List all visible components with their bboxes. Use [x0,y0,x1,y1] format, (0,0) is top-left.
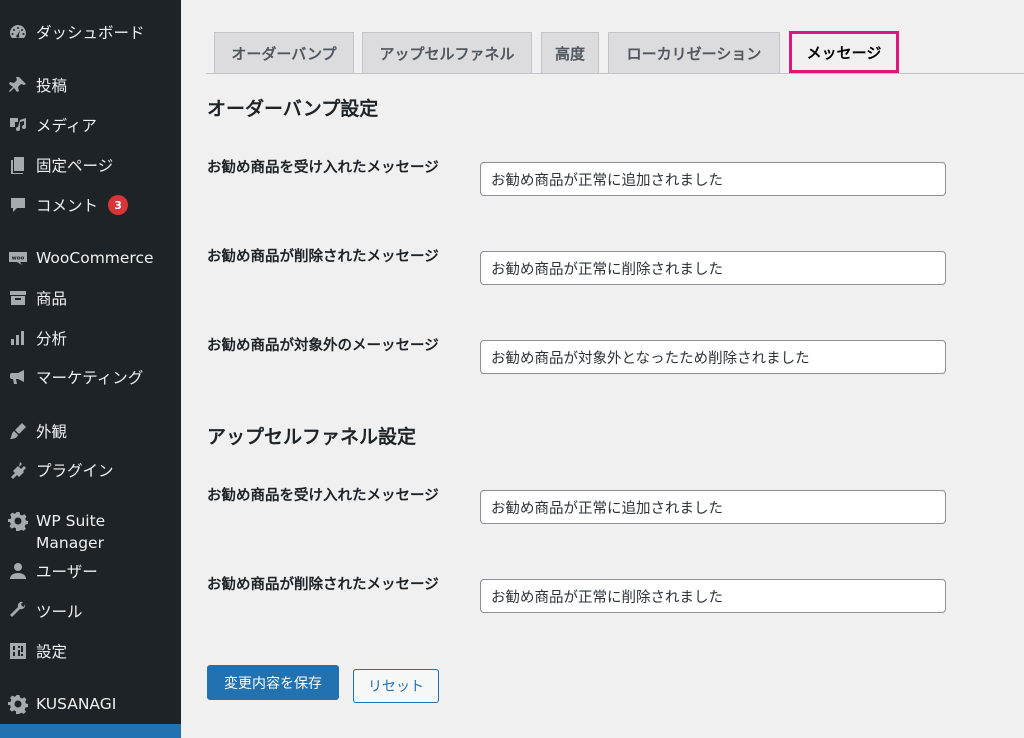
sidebar-item-label: メディア [36,117,97,135]
gear-icon [0,684,36,724]
tab-localization[interactable]: ローカリゼーション [608,32,780,74]
sidebar-item-wp-suite-manager[interactable]: WP Suite Manager [0,500,181,552]
comment-count-badge: 3 [108,195,129,215]
sidebar-item-label: 商品 [36,290,68,308]
order-bump-ineligible-message-input[interactable] [480,340,946,374]
sidebar-item-label: 設定 [36,643,68,661]
upsell-accepted-message-input[interactable] [480,490,946,524]
sidebar-item-label: プラグイン [36,462,114,480]
settings-tab-bar: オーダーバンプ アップセルファネル 高度 ローカリゼーション メッセージ [206,31,1024,74]
dashboard-icon [0,12,36,52]
sidebar-item-pages[interactable]: 固定ページ [0,145,181,185]
sidebar-item-posts[interactable]: 投稿 [0,65,181,105]
sidebar-item-label: KUSANAGI [36,695,117,713]
sidebar-item-label: コメント [36,197,99,215]
sidebar-item-media[interactable]: メディア [0,105,181,145]
upsell-removed-message-input[interactable] [480,579,946,613]
sidebar-item-label: ツール [36,603,83,621]
tab-label: アップセルファネル [379,44,515,63]
tab-label: オーダーバンプ [231,44,337,63]
sidebar-item-marketing[interactable]: マーケティング [0,357,181,397]
user-icon [0,551,36,591]
plugin-icon [0,450,36,490]
field-label: お勧め商品が削除されたメッセージ [207,577,439,593]
archive-icon [0,278,36,318]
sidebar-item-label: ダッシュボード [36,24,145,42]
tab-messages[interactable]: メッセージ [789,31,899,73]
section-title-upsell: アップセルファネル設定 [207,426,417,448]
tab-order-bump[interactable]: オーダーバンプ [214,32,354,74]
tab-upsell-funnel[interactable]: アップセルファネル [362,32,532,74]
svg-text:woo: woo [12,256,25,262]
admin-sidebar: ダッシュボード 投稿 メディア 固定ページ コメント 3 woo WooComm… [0,0,181,738]
sidebar-item-woocommerce[interactable]: woo WooCommerce [0,238,181,278]
order-bump-accepted-message-input[interactable] [480,162,946,196]
tab-advanced[interactable]: 高度 [541,32,599,74]
field-label: お勧め商品を受け入れたメッセージ [207,488,439,504]
woo-icon: woo [0,238,36,278]
order-bump-removed-message-input[interactable] [480,251,946,285]
sidebar-item-dashboard[interactable]: ダッシュボード [0,12,181,52]
sidebar-item-label: 分析 [36,330,68,348]
field-label: お勧め商品を受け入れたメッセージ [207,160,439,176]
wrench-icon [0,591,36,631]
pin-icon [0,65,36,105]
tab-label: メッセージ [806,43,882,62]
gear-icon [0,511,36,531]
sidebar-item-tools[interactable]: ツール [0,591,181,631]
sidebar-item-users[interactable]: ユーザー [0,551,181,591]
chart-bar-icon [0,318,36,358]
page-icon [0,145,36,185]
sidebar-item-current[interactable] [0,724,181,738]
sidebar-item-label: 固定ページ [36,157,114,175]
sidebar-item-settings[interactable]: 設定 [0,631,181,671]
field-label: お勧め商品が削除されたメッセージ [207,249,439,265]
brush-icon [0,411,36,451]
save-button[interactable]: 変更内容を保存 [207,665,339,700]
tab-label: 高度 [554,44,585,63]
sidebar-item-label: WooCommerce [36,249,154,267]
section-title-order-bump: オーダーバンプ設定 [207,98,379,120]
settings-icon [0,631,36,671]
sidebar-item-analytics[interactable]: 分析 [0,318,181,358]
sidebar-item-plugins[interactable]: プラグイン [0,450,181,490]
sidebar-item-label: 外観 [36,423,68,441]
comment-icon [0,185,36,225]
sidebar-item-label: ユーザー [36,563,98,581]
reset-button[interactable]: リセット [353,669,439,703]
sidebar-item-kusanagi[interactable]: KUSANAGI [0,684,181,724]
sidebar-item-label: 投稿 [36,77,68,95]
field-label: お勧め商品が対象外のメーッセージ [207,338,439,354]
sidebar-item-appearance[interactable]: 外観 [0,411,181,451]
sidebar-item-products[interactable]: 商品 [0,278,181,318]
megaphone-icon [0,357,36,397]
media-icon [0,105,36,145]
sidebar-item-label: WP Suite Manager [36,512,106,552]
sidebar-item-label: マーケティング [36,369,144,387]
sidebar-item-comments[interactable]: コメント 3 [0,185,181,225]
tab-label: ローカリゼーション [626,44,762,63]
